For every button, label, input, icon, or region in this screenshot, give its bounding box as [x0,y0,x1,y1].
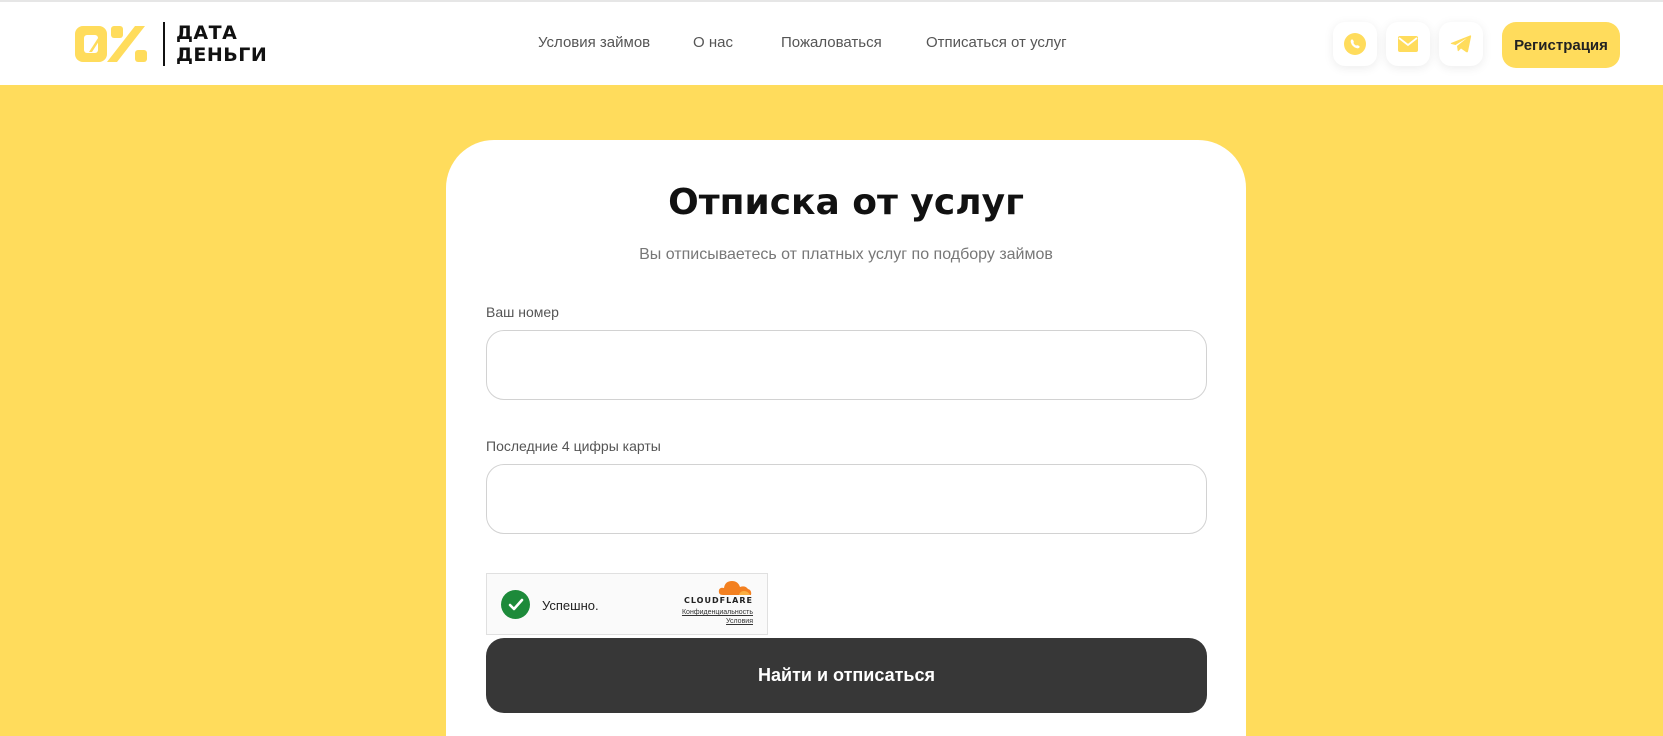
nav-item-unsubscribe[interactable]: Отписаться от услуг [926,34,1067,51]
success-check-icon [501,590,530,619]
logo-divider [163,22,165,66]
nav-item-loan-terms[interactable]: Условия займов [538,34,650,51]
find-unsubscribe-button[interactable]: Найти и отписаться [486,638,1207,713]
page-subtitle: Вы отписываетесь от платных услуг по под… [639,246,1053,263]
register-button[interactable]: Регистрация [1502,22,1620,68]
phone-label: Ваш номер [486,304,559,320]
nav-item-complain[interactable]: Пожаловаться [781,34,882,51]
cloudflare-logo: CLOUDFLARE [684,596,753,605]
telegram-icon [1450,35,1472,53]
zero-percent-logo-icon [75,26,147,62]
unsubscribe-card: Отписка от услуг Вы отписываетесь от пла… [446,140,1246,736]
cloudflare-captcha[interactable]: Успешно. CLOUDFLARE Конфиденциальность У… [486,573,768,635]
captcha-privacy-link[interactable]: Конфиденциальность [682,609,753,616]
phone-input[interactable] [486,330,1207,400]
captcha-terms-link[interactable]: Условия [726,618,753,625]
logo-line-1: ДАТА [176,22,238,44]
logo-line-2: ДЕНЬГИ [176,44,268,66]
mail-button[interactable] [1386,22,1430,66]
mail-icon [1398,36,1418,52]
telegram-button[interactable] [1439,22,1483,66]
logo[interactable]: ДАТА ДЕНЬГИ [73,22,273,66]
nav-item-about[interactable]: О нас [693,34,733,51]
site-header: ДАТА ДЕНЬГИ Условия займов О нас Пожалов… [0,2,1663,85]
page-title: Отписка от услуг [668,182,1024,223]
captcha-status: Успешно. [542,598,599,613]
phone-button[interactable] [1333,22,1377,66]
cloudflare-cloud-icon [718,581,752,595]
logo-wordmark: ДАТА ДЕНЬГИ [176,22,267,66]
card-digits-input[interactable] [486,464,1207,534]
card-digits-label: Последние 4 цифры карты [486,438,661,454]
phone-icon [1344,33,1366,55]
